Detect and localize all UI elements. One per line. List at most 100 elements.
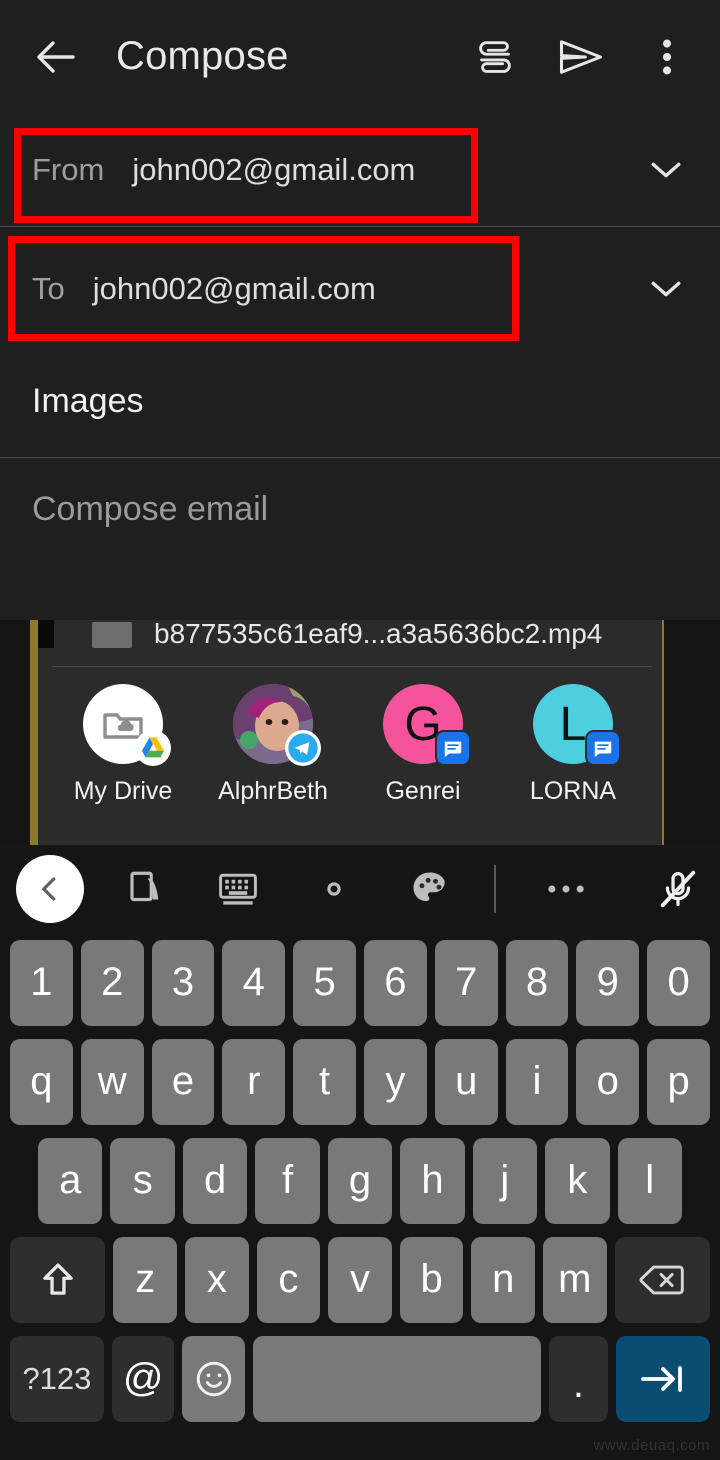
key-8[interactable]: 8: [505, 939, 569, 1026]
period-key[interactable]: .: [548, 1335, 609, 1422]
key-f[interactable]: f: [255, 1137, 320, 1224]
keyboard-row-bottom: ?123 @ .: [6, 1329, 714, 1428]
keyboard-icon[interactable]: [208, 859, 268, 919]
key-j[interactable]: j: [472, 1137, 538, 1224]
share-target-label: LORNA: [529, 777, 617, 805]
gear-icon[interactable]: [304, 859, 364, 919]
app-bar: Compose: [0, 0, 720, 113]
at-key[interactable]: @: [111, 1335, 175, 1422]
body-placeholder: Compose email: [32, 490, 269, 528]
symbols-key[interactable]: ?123: [10, 1335, 104, 1422]
messages-badge: [435, 730, 471, 766]
key-m[interactable]: m: [542, 1236, 607, 1323]
key-2[interactable]: 2: [80, 939, 144, 1026]
panel-edge-left: [30, 620, 38, 845]
email-body-area[interactable]: Compose email: [0, 458, 720, 624]
share-sheet-divider: [52, 666, 652, 667]
panel-corner: [38, 620, 54, 648]
keyboard-toolbar: [0, 845, 720, 933]
key-7[interactable]: 7: [434, 939, 498, 1026]
handwriting-icon[interactable]: [116, 859, 176, 919]
keyboard-row-qwerty: q w e r t y u i o p: [6, 1032, 714, 1131]
key-d[interactable]: d: [182, 1137, 248, 1224]
subject-field-row[interactable]: Images: [0, 345, 720, 457]
keyboard-rows: 1 2 3 4 5 6 7 8 9 0 q w e r t y u i o p …: [0, 933, 720, 1428]
avatar: G: [383, 684, 471, 766]
key-r[interactable]: r: [222, 1038, 286, 1125]
watermark: www.deuaq.com: [593, 1437, 710, 1454]
key-6[interactable]: 6: [364, 939, 427, 1026]
key-h[interactable]: h: [400, 1137, 465, 1224]
to-value: john002@gmail.com: [92, 270, 376, 306]
key-1[interactable]: 1: [10, 939, 73, 1026]
microphone-muted-icon[interactable]: [648, 859, 708, 919]
share-target-lorna[interactable]: L LORNA: [498, 684, 648, 806]
key-o[interactable]: o: [576, 1038, 640, 1125]
file-name: b877535c61eaf9...a3a5636bc2.mp4: [154, 620, 603, 649]
key-0[interactable]: 0: [647, 939, 710, 1026]
share-sheet: b877535c61eaf9...a3a5636bc2.mp4 My Drive…: [0, 620, 720, 845]
key-t[interactable]: t: [293, 1038, 356, 1125]
key-9[interactable]: 9: [576, 939, 640, 1026]
share-target-label: AlphrBeth: [218, 777, 328, 805]
key-p[interactable]: p: [647, 1038, 710, 1125]
compose-email-screen: Compose From john002@gmail.com To john00…: [0, 0, 720, 1460]
key-q[interactable]: q: [10, 1038, 73, 1125]
from-label: From: [32, 151, 105, 187]
back-arrow-icon[interactable]: [22, 22, 92, 92]
key-y[interactable]: y: [364, 1038, 427, 1125]
emoji-icon[interactable]: [182, 1335, 245, 1422]
backspace-icon[interactable]: [614, 1236, 710, 1323]
keyboard-row-numbers: 1 2 3 4 5 6 7 8 9 0: [6, 933, 714, 1032]
key-c[interactable]: c: [256, 1236, 321, 1323]
chevron-down-icon[interactable]: [644, 267, 688, 311]
divider-from: [0, 226, 720, 227]
to-field-row[interactable]: To john002@gmail.com: [0, 232, 720, 345]
space-key[interactable]: [252, 1335, 541, 1422]
share-sheet-panel: b877535c61eaf9...a3a5636bc2.mp4 My Drive…: [38, 620, 662, 845]
palette-icon[interactable]: [400, 859, 460, 919]
key-5[interactable]: 5: [293, 939, 356, 1026]
vertical-divider: [494, 865, 496, 913]
key-z[interactable]: z: [113, 1236, 178, 1323]
to-label: To: [32, 270, 65, 306]
key-4[interactable]: 4: [222, 939, 286, 1026]
attached-file-row[interactable]: b877535c61eaf9...a3a5636bc2.mp4: [38, 620, 662, 666]
chevron-down-icon[interactable]: [644, 148, 688, 192]
send-icon[interactable]: [538, 14, 624, 100]
paperclip-icon[interactable]: [452, 14, 538, 100]
overflow-menu-icon[interactable]: [624, 14, 710, 100]
share-target-label: Genrei: [385, 777, 461, 805]
messages-badge: [585, 730, 621, 766]
key-u[interactable]: u: [434, 1038, 498, 1125]
three-dots-icon[interactable]: [536, 859, 596, 919]
key-l[interactable]: l: [617, 1137, 682, 1224]
key-a[interactable]: a: [38, 1137, 103, 1224]
key-b[interactable]: b: [399, 1236, 464, 1323]
share-target-my-drive[interactable]: My Drive: [48, 684, 198, 806]
keyboard-row-home: a s d f g h j k l: [6, 1131, 714, 1230]
shift-icon[interactable]: [10, 1236, 106, 1323]
from-field-row[interactable]: From john002@gmail.com: [0, 113, 720, 226]
key-n[interactable]: n: [471, 1236, 535, 1323]
key-3[interactable]: 3: [151, 939, 215, 1026]
key-i[interactable]: i: [505, 1038, 569, 1125]
key-k[interactable]: k: [545, 1137, 610, 1224]
share-target-list: My Drive AlphrBeth G Genrei L LORNA: [38, 672, 662, 806]
share-target-alphrbeth[interactable]: AlphrBeth: [198, 684, 348, 806]
key-x[interactable]: x: [185, 1236, 249, 1323]
avatar: L: [533, 684, 621, 766]
page-title: Compose: [116, 34, 289, 78]
telegram-badge: [285, 730, 321, 766]
chevron-left-icon[interactable]: [16, 855, 84, 923]
key-w[interactable]: w: [80, 1038, 144, 1125]
key-g[interactable]: g: [327, 1137, 393, 1224]
key-s[interactable]: s: [110, 1137, 175, 1224]
avatar: [233, 684, 321, 766]
key-v[interactable]: v: [328, 1236, 392, 1323]
key-e[interactable]: e: [151, 1038, 215, 1125]
tab-next-icon[interactable]: [616, 1335, 711, 1422]
app-bar-actions: [452, 0, 710, 113]
share-target-genrei[interactable]: G Genrei: [348, 684, 498, 806]
avatar: [83, 684, 171, 766]
